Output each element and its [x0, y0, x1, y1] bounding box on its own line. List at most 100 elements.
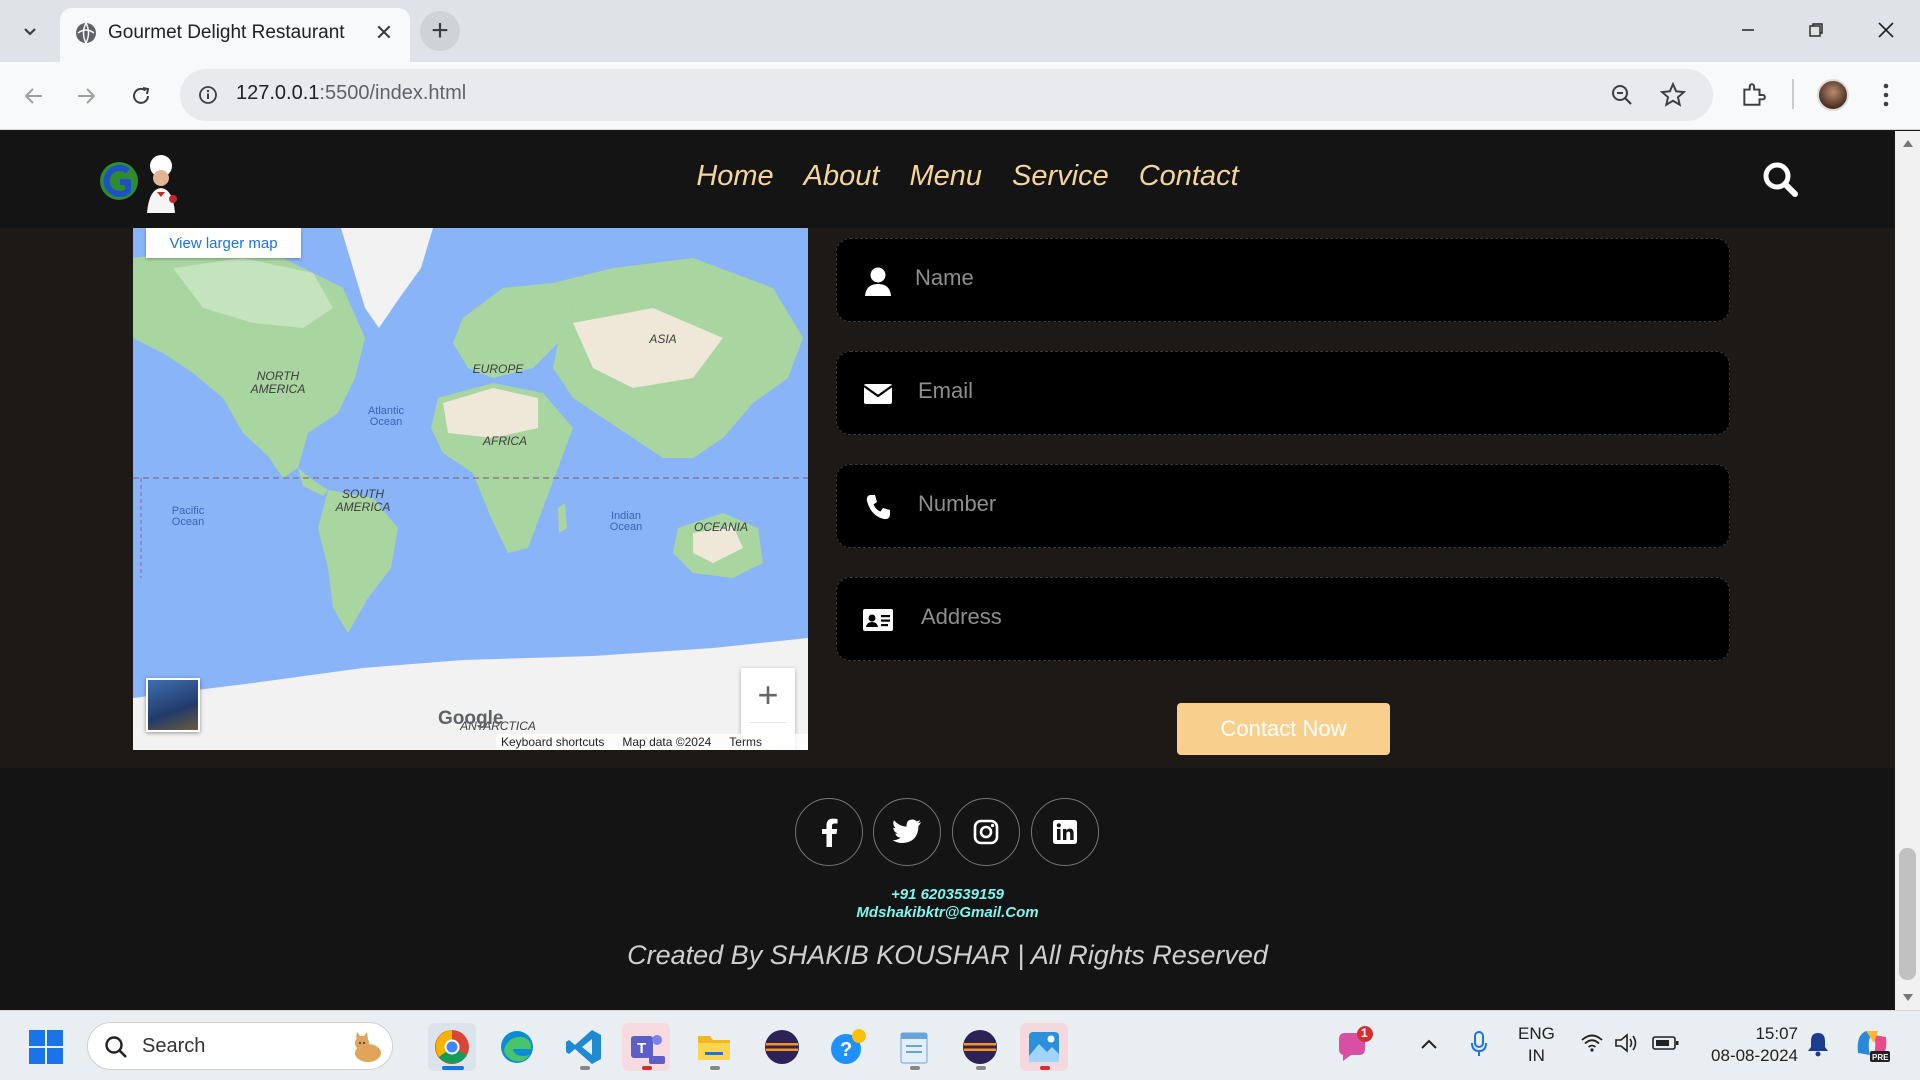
file-explorer-taskbar-icon[interactable]	[690, 1023, 738, 1071]
close-window-icon[interactable]	[1856, 10, 1916, 50]
vscode-taskbar-icon[interactable]	[560, 1023, 608, 1071]
site-header: Home About Menu Service Contact	[0, 131, 1895, 228]
clock[interactable]: 15:07 08-08-2024	[1700, 1023, 1798, 1067]
zoom-divider	[749, 722, 787, 723]
map-label-south-america: SOUTH AMERICA	[335, 487, 391, 514]
map-label-indian: Indian Ocean	[609, 510, 643, 533]
new-tab-button[interactable]: +	[420, 11, 460, 51]
nav-home[interactable]: Home	[696, 160, 773, 193]
url-host: 127.0.0.1	[236, 82, 320, 104]
scroll-up-arrow-icon[interactable]	[1903, 139, 1913, 147]
toolbar-divider	[1792, 79, 1794, 109]
address-card-icon	[859, 602, 897, 638]
scrollbar-thumb[interactable]	[1899, 848, 1916, 980]
restore-icon[interactable]	[1786, 10, 1846, 50]
region-code: IN	[1527, 1046, 1545, 1065]
photos-taskbar-icon[interactable]	[1020, 1023, 1068, 1071]
windows-taskbar: Search T ? 1 ENG IN 15:07 08-08-2024 PRE	[0, 1010, 1920, 1080]
terms-link[interactable]: Terms	[729, 735, 762, 749]
world-map-graphic	[133, 228, 808, 750]
nav-menu[interactable]: Menu	[909, 160, 982, 193]
svg-text:T: T	[637, 1040, 646, 1057]
menu-kebab-icon[interactable]	[1872, 80, 1900, 115]
back-arrow-icon[interactable]	[16, 78, 52, 114]
site-info-icon[interactable]	[192, 79, 224, 111]
footer-credits: Created By SHAKIB KOUSHAR | All Rights R…	[627, 940, 1268, 970]
browser-tab-strip: Gourmet Delight Restaurant ✕ +	[0, 0, 1920, 62]
tab-search-chevron-icon[interactable]	[14, 15, 46, 47]
email-field[interactable]: Email	[836, 351, 1730, 435]
teams-open-indicator	[642, 1066, 652, 1070]
map-attribution: Keyboard shortcuts Map data ©2024 Terms	[496, 734, 808, 750]
user-icon	[859, 263, 897, 299]
notification-bell-icon[interactable]	[1807, 1031, 1829, 1062]
chrome-active-indicator	[442, 1066, 464, 1070]
close-tab-icon[interactable]: ✕	[370, 19, 398, 47]
help-taskbar-icon[interactable]: ?	[824, 1023, 872, 1071]
eclipse-taskbar-icon[interactable]	[758, 1023, 806, 1071]
site-footer: +91 6203539159 Mdshakibktr@Gmail.Com Cre…	[0, 768, 1895, 1010]
footer-email[interactable]: Mdshakibktr@Gmail.Com	[0, 904, 1895, 921]
copilot-notification-icon[interactable]: 1	[1333, 1025, 1373, 1070]
search-icon[interactable]	[1760, 159, 1800, 199]
map-label-north-america: NORTH AMERICA	[250, 369, 306, 396]
notepad-open-indicator	[910, 1066, 920, 1070]
twitter-icon[interactable]	[873, 798, 941, 866]
keyboard-shortcuts-link[interactable]: Keyboard shortcuts	[501, 735, 604, 749]
map-label-europe: EUROPE	[472, 362, 524, 376]
reload-icon[interactable]	[123, 78, 159, 114]
map-label-atlantic: Atlantic Ocean	[367, 405, 405, 428]
language-code: ENG	[1518, 1024, 1555, 1043]
address-bar[interactable]: 127.0.0.1:5500/index.html	[180, 69, 1713, 121]
search-icon	[105, 1036, 127, 1058]
windows-start-icon[interactable]	[28, 1029, 64, 1065]
svg-text:?: ?	[840, 1039, 852, 1061]
phone-icon	[859, 489, 897, 525]
taskbar-search-box[interactable]: Search	[87, 1022, 393, 1070]
bookmark-star-icon[interactable]	[1659, 81, 1687, 113]
facebook-icon[interactable]	[795, 798, 863, 866]
input-language-indicator[interactable]: ENG IN	[1518, 1023, 1555, 1067]
microphone-icon[interactable]	[1470, 1031, 1488, 1062]
clock-date: 08-08-2024	[1711, 1046, 1798, 1065]
contact-now-button[interactable]: Contact Now	[1177, 703, 1390, 755]
satellite-toggle-thumbnail[interactable]	[146, 678, 200, 732]
notepad-taskbar-icon[interactable]	[890, 1023, 938, 1071]
nav-service[interactable]: Service	[1012, 160, 1109, 193]
scroll-down-arrow-icon[interactable]	[1903, 994, 1913, 1002]
volume-icon[interactable]	[1614, 1033, 1640, 1058]
map-data-text: Map data ©2024	[622, 735, 712, 749]
wifi-icon[interactable]	[1580, 1033, 1604, 1058]
name-field[interactable]: Name	[836, 238, 1730, 322]
copilot-pre-icon[interactable]: PRE	[1852, 1025, 1892, 1070]
svg-text:PRE: PRE	[1872, 1053, 1889, 1062]
linkedin-icon[interactable]	[1031, 798, 1099, 866]
chrome-taskbar-icon[interactable]	[428, 1023, 476, 1071]
nav-contact[interactable]: Contact	[1139, 160, 1239, 193]
minimize-icon[interactable]	[1718, 10, 1778, 50]
number-field[interactable]: Number	[836, 464, 1730, 548]
tab-title: Gourmet Delight Restaurant	[108, 22, 345, 43]
instagram-icon[interactable]	[952, 798, 1020, 866]
number-placeholder: Number	[918, 491, 997, 516]
map-label-pacific: Pacific Ocean	[171, 505, 205, 528]
zoom-icon[interactable]	[1610, 83, 1634, 112]
profile-avatar[interactable]	[1817, 79, 1849, 111]
eclipse-2-taskbar-icon[interactable]	[956, 1023, 1004, 1071]
edge-taskbar-icon[interactable]	[493, 1023, 541, 1071]
teams-taskbar-icon[interactable]: T	[622, 1023, 670, 1071]
address-field[interactable]: Address	[836, 577, 1730, 661]
show-hidden-icons-chevron-icon[interactable]	[1420, 1037, 1438, 1055]
main-nav: Home About Menu Service Contact	[0, 160, 1895, 193]
name-placeholder: Name	[915, 265, 974, 290]
forward-arrow-icon[interactable]	[68, 78, 104, 114]
google-map-embed[interactable]: View larger map NORTH AMERICA EUROPE ASI…	[133, 228, 808, 750]
extensions-icon[interactable]	[1740, 82, 1766, 113]
view-larger-map-link[interactable]: View larger map	[146, 228, 301, 258]
nav-about[interactable]: About	[804, 160, 880, 193]
zoom-in-icon[interactable]: +	[741, 668, 795, 722]
footer-phone[interactable]: +91 6203539159	[0, 886, 1895, 903]
battery-icon[interactable]	[1652, 1035, 1680, 1056]
taskbar-search-label: Search	[142, 1035, 206, 1057]
browser-tab[interactable]: Gourmet Delight Restaurant ✕	[60, 8, 410, 62]
